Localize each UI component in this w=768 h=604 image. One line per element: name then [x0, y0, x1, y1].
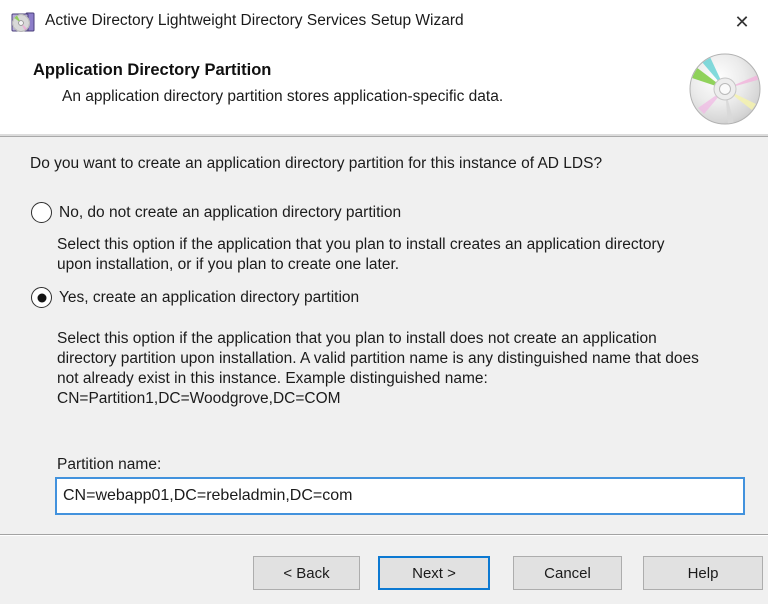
description-line: directory partition upon installation. A…	[57, 350, 699, 367]
radio-no[interactable]	[31, 202, 52, 223]
footer-divider	[0, 534, 768, 535]
window-title: Active Directory Lightweight Directory S…	[45, 12, 464, 29]
wizard-header: Application Directory Partition An appli…	[0, 44, 768, 136]
close-icon[interactable]: ✕	[728, 8, 756, 36]
next-button[interactable]: Next >	[378, 556, 490, 590]
page-title: Application Directory Partition	[33, 61, 272, 79]
help-button[interactable]: Help	[643, 556, 763, 590]
adlds-setup-icon	[11, 12, 35, 32]
description-line: Select this option if the application th…	[57, 236, 665, 253]
back-button[interactable]: < Back	[253, 556, 360, 590]
wizard-window: Active Directory Lightweight Directory S…	[0, 0, 768, 604]
title-bar: Active Directory Lightweight Directory S…	[0, 0, 768, 44]
description-line: not already exist in this instance. Exam…	[57, 370, 488, 387]
description-line: upon installation, or if you plan to cre…	[57, 256, 400, 273]
partition-name-label: Partition name:	[57, 456, 162, 473]
cancel-button[interactable]: Cancel	[513, 556, 622, 590]
option-yes-description: Select this option if the application th…	[57, 329, 699, 409]
partition-name-input[interactable]	[55, 477, 745, 515]
radio-yes[interactable]	[31, 287, 52, 308]
page-subtitle: An application directory partition store…	[62, 88, 504, 105]
radio-yes-label[interactable]: Yes, create an application directory par…	[59, 289, 359, 307]
question-text: Do you want to create an application dir…	[30, 155, 603, 172]
description-line: CN=Partition1,DC=Woodgrove,DC=COM	[57, 390, 341, 407]
description-line: Select this option if the application th…	[57, 330, 657, 347]
option-no-description: Select this option if the application th…	[57, 235, 664, 275]
cd-disc-icon	[689, 53, 761, 125]
radio-no-label[interactable]: No, do not create an application directo…	[59, 204, 401, 222]
